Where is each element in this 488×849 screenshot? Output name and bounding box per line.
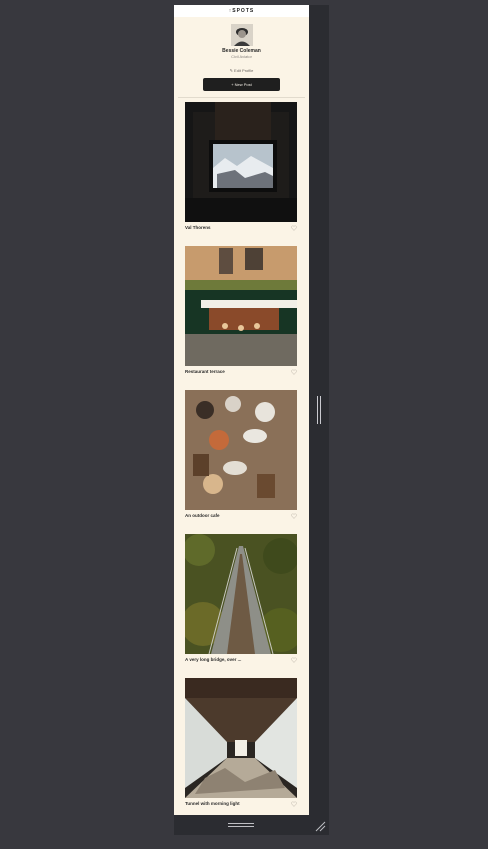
card-title: Tunnel with morning light: [185, 801, 240, 806]
device-frame: ↑SPOTS Bessie Coleman Civil Aviator ✎ Ed…: [174, 5, 329, 835]
card-photo[interactable]: [185, 102, 297, 222]
app-viewport: ↑SPOTS Bessie Coleman Civil Aviator ✎ Ed…: [174, 5, 309, 815]
panel-splitter-icon[interactable]: [317, 396, 322, 424]
card-photo[interactable]: [185, 678, 297, 798]
card-title: A very long bridge, over ...: [185, 657, 242, 662]
app-header: ↑SPOTS: [174, 5, 309, 17]
app-logo: ↑SPOTS: [228, 8, 255, 14]
new-post-button[interactable]: + New Post: [203, 78, 280, 91]
resize-grip-icon[interactable]: [315, 821, 326, 832]
heart-icon[interactable]: [291, 369, 297, 375]
card: Tunnel with morning light: [185, 678, 297, 810]
card: Val Thorens: [185, 102, 297, 234]
heart-icon[interactable]: [291, 225, 297, 231]
divider: [178, 97, 305, 98]
card-photo[interactable]: [185, 390, 297, 510]
edit-profile-button[interactable]: ✎ Edit Profile: [174, 68, 309, 73]
card-title: An outdoor cafe: [185, 513, 220, 518]
card-title: Restaurant terrace: [185, 369, 225, 374]
heart-icon[interactable]: [291, 657, 297, 663]
card: A very long bridge, over ...: [185, 534, 297, 666]
card: Restaurant terrace: [185, 246, 297, 378]
profile-section: Bessie Coleman Civil Aviator ✎ Edit Prof…: [174, 17, 309, 98]
card-title: Val Thorens: [185, 225, 211, 230]
heart-icon[interactable]: [291, 801, 297, 807]
card-photo[interactable]: [185, 534, 297, 654]
heart-icon[interactable]: [291, 513, 297, 519]
drag-handle-icon[interactable]: [228, 823, 254, 827]
avatar: [230, 24, 253, 46]
card-photo[interactable]: [185, 246, 297, 366]
card: An outdoor cafe: [185, 390, 297, 522]
profile-subtitle: Civil Aviator: [231, 54, 252, 59]
bottom-bar: [174, 815, 329, 835]
